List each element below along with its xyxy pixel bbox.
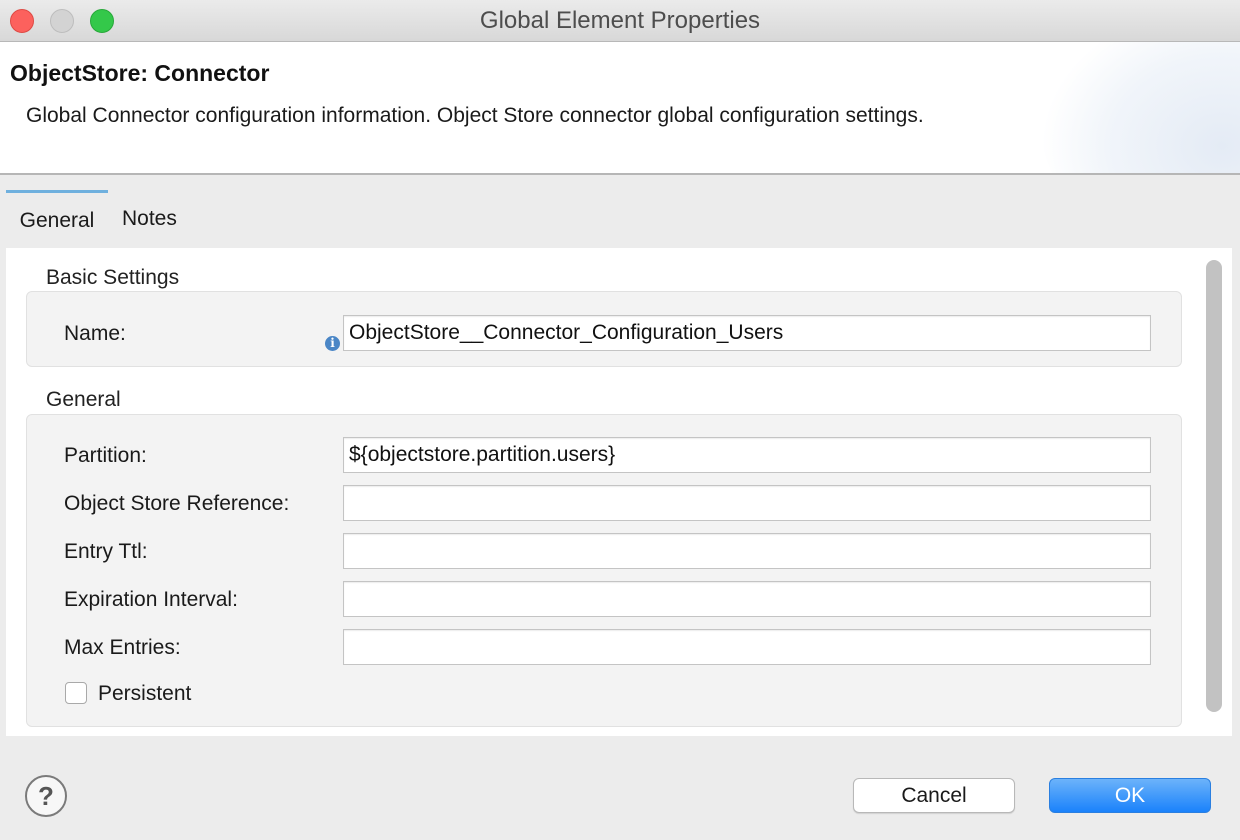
ok-button[interactable]: OK bbox=[1049, 778, 1211, 813]
title-bar: Global Element Properties bbox=[0, 0, 1240, 42]
persistent-checkbox[interactable] bbox=[65, 682, 87, 704]
object-store-reference-label: Object Store Reference: bbox=[64, 492, 290, 515]
general-tab-panel: Basic Settings Name: i General Partition… bbox=[6, 248, 1232, 736]
max-entries-label: Max Entries: bbox=[64, 636, 181, 659]
basic-settings-group: Name: i bbox=[26, 291, 1182, 367]
basic-settings-heading: Basic Settings bbox=[46, 266, 180, 289]
name-label: Name: bbox=[64, 322, 126, 345]
entry-ttl-label: Entry Ttl: bbox=[64, 540, 148, 563]
header-decoration bbox=[1040, 42, 1240, 173]
window-title: Global Element Properties bbox=[479, 7, 761, 34]
object-store-reference-field[interactable] bbox=[343, 485, 1151, 521]
help-icon: ? bbox=[38, 781, 54, 811]
partition-field[interactable] bbox=[343, 437, 1151, 473]
max-entries-field[interactable] bbox=[343, 629, 1151, 665]
cancel-button[interactable]: Cancel bbox=[853, 778, 1015, 813]
dialog-header: ObjectStore: Connector Global Connector … bbox=[0, 42, 1240, 175]
info-icon[interactable]: i bbox=[325, 336, 340, 351]
general-group: Partition: Object Store Reference: Entry… bbox=[26, 414, 1182, 727]
persistent-label: Persistent bbox=[98, 682, 192, 705]
expiration-interval-label: Expiration Interval: bbox=[64, 588, 238, 611]
name-field[interactable] bbox=[343, 315, 1151, 351]
general-heading: General bbox=[46, 388, 121, 411]
help-button[interactable]: ? bbox=[25, 775, 67, 817]
vertical-scrollbar-thumb[interactable] bbox=[1206, 260, 1222, 712]
dialog-title: ObjectStore: Connector bbox=[10, 60, 270, 86]
partition-label: Partition: bbox=[64, 444, 147, 467]
entry-ttl-field[interactable] bbox=[343, 533, 1151, 569]
expiration-interval-field[interactable] bbox=[343, 581, 1151, 617]
tab-general[interactable]: General bbox=[6, 190, 108, 248]
tab-notes[interactable]: Notes bbox=[122, 190, 177, 248]
dialog-description: Global Connector configuration informati… bbox=[26, 104, 924, 127]
